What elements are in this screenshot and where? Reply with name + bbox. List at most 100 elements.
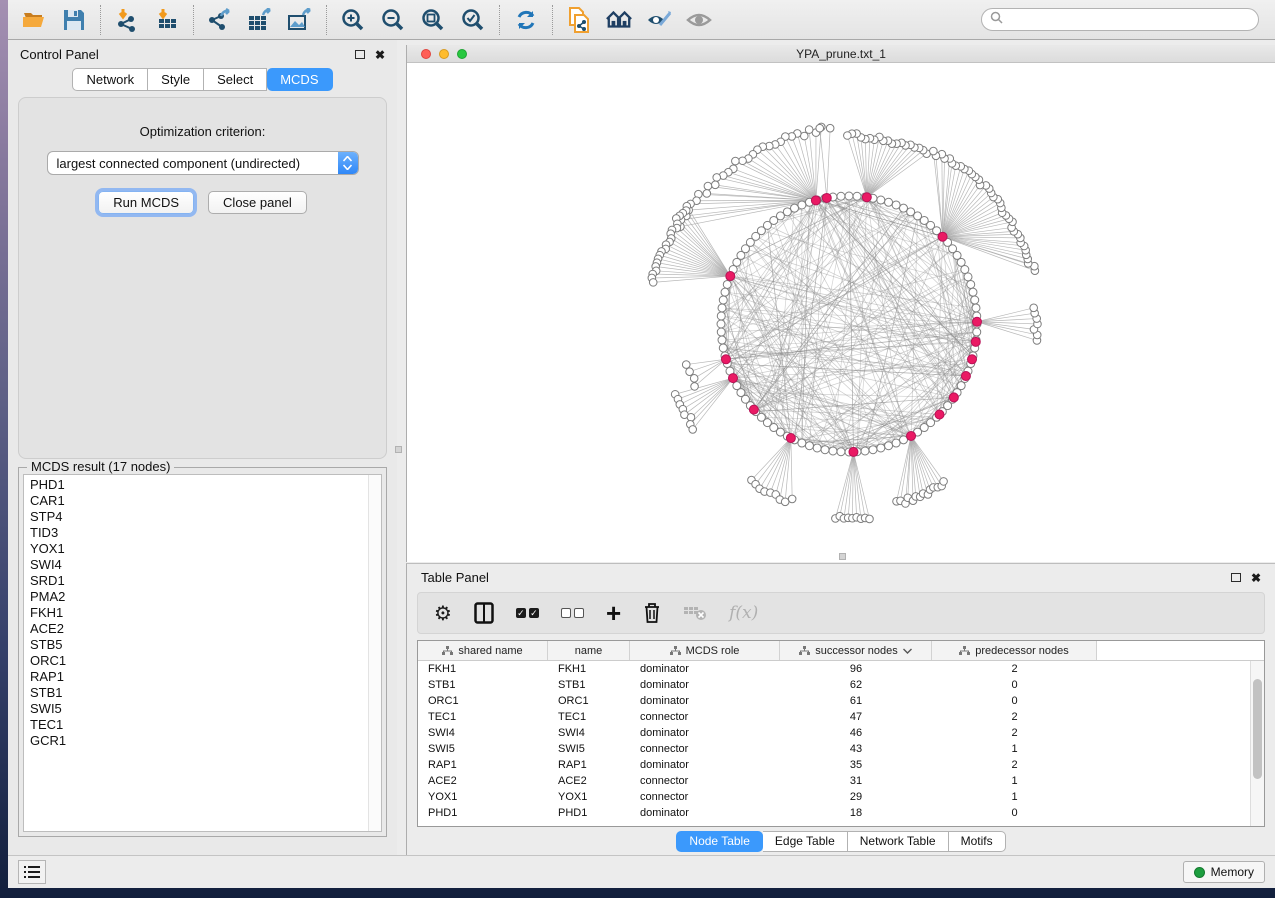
mcds-result-item[interactable]: TID3 — [30, 525, 381, 541]
mcds-result-item[interactable]: STP4 — [30, 509, 381, 525]
mcds-result-item[interactable]: ORC1 — [30, 653, 381, 669]
function-builder-icon: f(x) — [729, 600, 758, 626]
tab-style[interactable]: Style — [148, 68, 204, 91]
search-input[interactable] — [1008, 13, 1250, 27]
memory-button[interactable]: Memory — [1183, 861, 1265, 883]
mcds-result-item[interactable]: SRD1 — [30, 573, 381, 589]
table-row[interactable]: RAP1RAP1dominator352 — [418, 757, 1264, 773]
tab-mcds[interactable]: MCDS — [267, 68, 332, 91]
delete-column-icon[interactable] — [643, 600, 661, 626]
deselect-all-icon[interactable] — [561, 600, 584, 626]
export-network-icon[interactable] — [207, 7, 233, 33]
table-cell: FKH1 — [418, 663, 548, 675]
mcds-result-item[interactable]: STB5 — [30, 637, 381, 653]
table-scrollbar-thumb[interactable] — [1253, 679, 1262, 779]
split-divider-handle-vertical[interactable] — [395, 446, 402, 453]
houses-icon[interactable] — [606, 7, 632, 33]
close-panel-button[interactable]: Close panel — [208, 191, 307, 214]
mcds-result-item[interactable]: CAR1 — [30, 493, 381, 509]
table-cell: 18 — [780, 807, 932, 819]
network-titlebar[interactable]: YPA_prune.txt_1 — [407, 45, 1275, 63]
column-header-predecessor-nodes[interactable]: predecessor nodes — [932, 641, 1097, 660]
mcds-result-item[interactable]: PMA2 — [30, 589, 381, 605]
table-row[interactable]: ACE2ACE2connector311 — [418, 773, 1264, 789]
column-header-successor-nodes[interactable]: successor nodes — [780, 641, 932, 660]
table-tab-node-table[interactable]: Node Table — [676, 831, 763, 852]
add-column-icon[interactable]: + — [606, 600, 621, 626]
table-row[interactable]: ORC1ORC1dominator610 — [418, 693, 1264, 709]
hide-show-icon[interactable] — [646, 7, 672, 33]
search-icon — [990, 11, 1003, 29]
tab-network[interactable]: Network — [72, 68, 148, 91]
control-panel: Control Panel ✖ NetworkStyleSelectMCDS O… — [8, 40, 397, 855]
import-network-icon[interactable] — [114, 7, 140, 33]
zoom-in-icon[interactable] — [340, 7, 366, 33]
mcds-result-list[interactable]: PHD1CAR1STP4TID3YOX1SWI4SRD1PMA2FKH1ACE2… — [23, 474, 382, 832]
table-cell: 43 — [780, 743, 932, 755]
table-row[interactable]: PHD1PHD1dominator180 — [418, 805, 1264, 821]
export-image-icon[interactable] — [287, 7, 313, 33]
table-row[interactable]: SWI5SWI5connector431 — [418, 741, 1264, 757]
zoom-selected-icon[interactable] — [460, 7, 486, 33]
table-row[interactable]: SWI4SWI4dominator462 — [418, 725, 1264, 741]
zoom-out-icon[interactable] — [380, 7, 406, 33]
column-header-shared-name[interactable]: shared name — [418, 641, 548, 660]
table-scrollbar[interactable] — [1250, 661, 1264, 826]
mcds-result-item[interactable]: SWI5 — [30, 701, 381, 717]
mcds-result-item[interactable]: RAP1 — [30, 669, 381, 685]
refresh-icon[interactable] — [513, 7, 539, 33]
split-divider-handle-horizontal[interactable] — [839, 553, 846, 560]
close-panel-icon[interactable]: ✖ — [375, 50, 385, 60]
search-box[interactable] — [981, 8, 1259, 31]
mcds-result-title: MCDS result (17 nodes) — [27, 459, 174, 474]
float-panel-icon[interactable] — [355, 50, 365, 59]
table-row[interactable]: STB1STB1dominator620 — [418, 677, 1264, 693]
table-cell: dominator — [630, 727, 780, 739]
interaction-type-icon — [799, 646, 810, 656]
save-icon[interactable] — [61, 7, 87, 33]
mcds-result-item[interactable]: FKH1 — [30, 605, 381, 621]
table-tab-network-table[interactable]: Network Table — [848, 831, 949, 852]
task-list-icon[interactable] — [18, 860, 46, 884]
table-cell: YOX1 — [418, 791, 548, 803]
mcds-result-item[interactable]: TEC1 — [30, 717, 381, 733]
network-window-title: YPA_prune.txt_1 — [407, 47, 1275, 61]
table-tab-motifs[interactable]: Motifs — [949, 831, 1006, 852]
export-table-icon[interactable] — [247, 7, 273, 33]
mcds-list-scrollbar[interactable] — [368, 475, 381, 831]
optimization-criterion-select[interactable]: largest connected component (undirected) — [47, 151, 359, 175]
clone-network-icon[interactable] — [566, 7, 592, 33]
column-header-MCDS-role[interactable]: MCDS role — [630, 641, 780, 660]
float-table-panel-icon[interactable] — [1231, 573, 1241, 582]
table-row[interactable]: YOX1YOX1connector291 — [418, 789, 1264, 805]
mcds-result-item[interactable]: SWI4 — [30, 557, 381, 573]
table-cell: 1 — [932, 791, 1097, 803]
table-settings-gear-icon[interactable]: ⚙ — [434, 600, 452, 626]
tab-select[interactable]: Select — [204, 68, 267, 91]
close-table-panel-icon[interactable]: ✖ — [1251, 573, 1261, 583]
table-cell: ACE2 — [418, 775, 548, 787]
run-mcds-button[interactable]: Run MCDS — [98, 191, 194, 214]
table-row[interactable]: FKH1FKH1dominator962 — [418, 661, 1264, 677]
show-columns-icon[interactable] — [474, 600, 494, 626]
column-header-name[interactable]: name — [548, 641, 630, 660]
select-all-icon[interactable]: ✓✓ — [516, 600, 539, 626]
mcds-result-item[interactable]: PHD1 — [30, 477, 381, 493]
table-cell: RAP1 — [418, 759, 548, 771]
table-cell: 2 — [932, 663, 1097, 675]
zoom-fit-icon[interactable] — [420, 7, 446, 33]
table-cell: dominator — [630, 759, 780, 771]
network-canvas[interactable] — [407, 63, 1275, 562]
mcds-result-item[interactable]: GCR1 — [30, 733, 381, 749]
mcds-result-item[interactable]: ACE2 — [30, 621, 381, 637]
node-table[interactable]: shared namenameMCDS rolesuccessor nodesp… — [417, 640, 1265, 827]
open-file-icon[interactable] — [21, 7, 47, 33]
table-tab-edge-table[interactable]: Edge Table — [763, 831, 848, 852]
mcds-result-item[interactable]: STB1 — [30, 685, 381, 701]
chevron-down-icon — [903, 648, 912, 654]
mcds-result-item[interactable]: YOX1 — [30, 541, 381, 557]
table-row[interactable]: TEC1TEC1connector472 — [418, 709, 1264, 725]
eye-icon[interactable] — [686, 7, 712, 33]
control-panel-tabs: NetworkStyleSelectMCDS — [8, 68, 397, 91]
import-table-icon[interactable] — [154, 7, 180, 33]
